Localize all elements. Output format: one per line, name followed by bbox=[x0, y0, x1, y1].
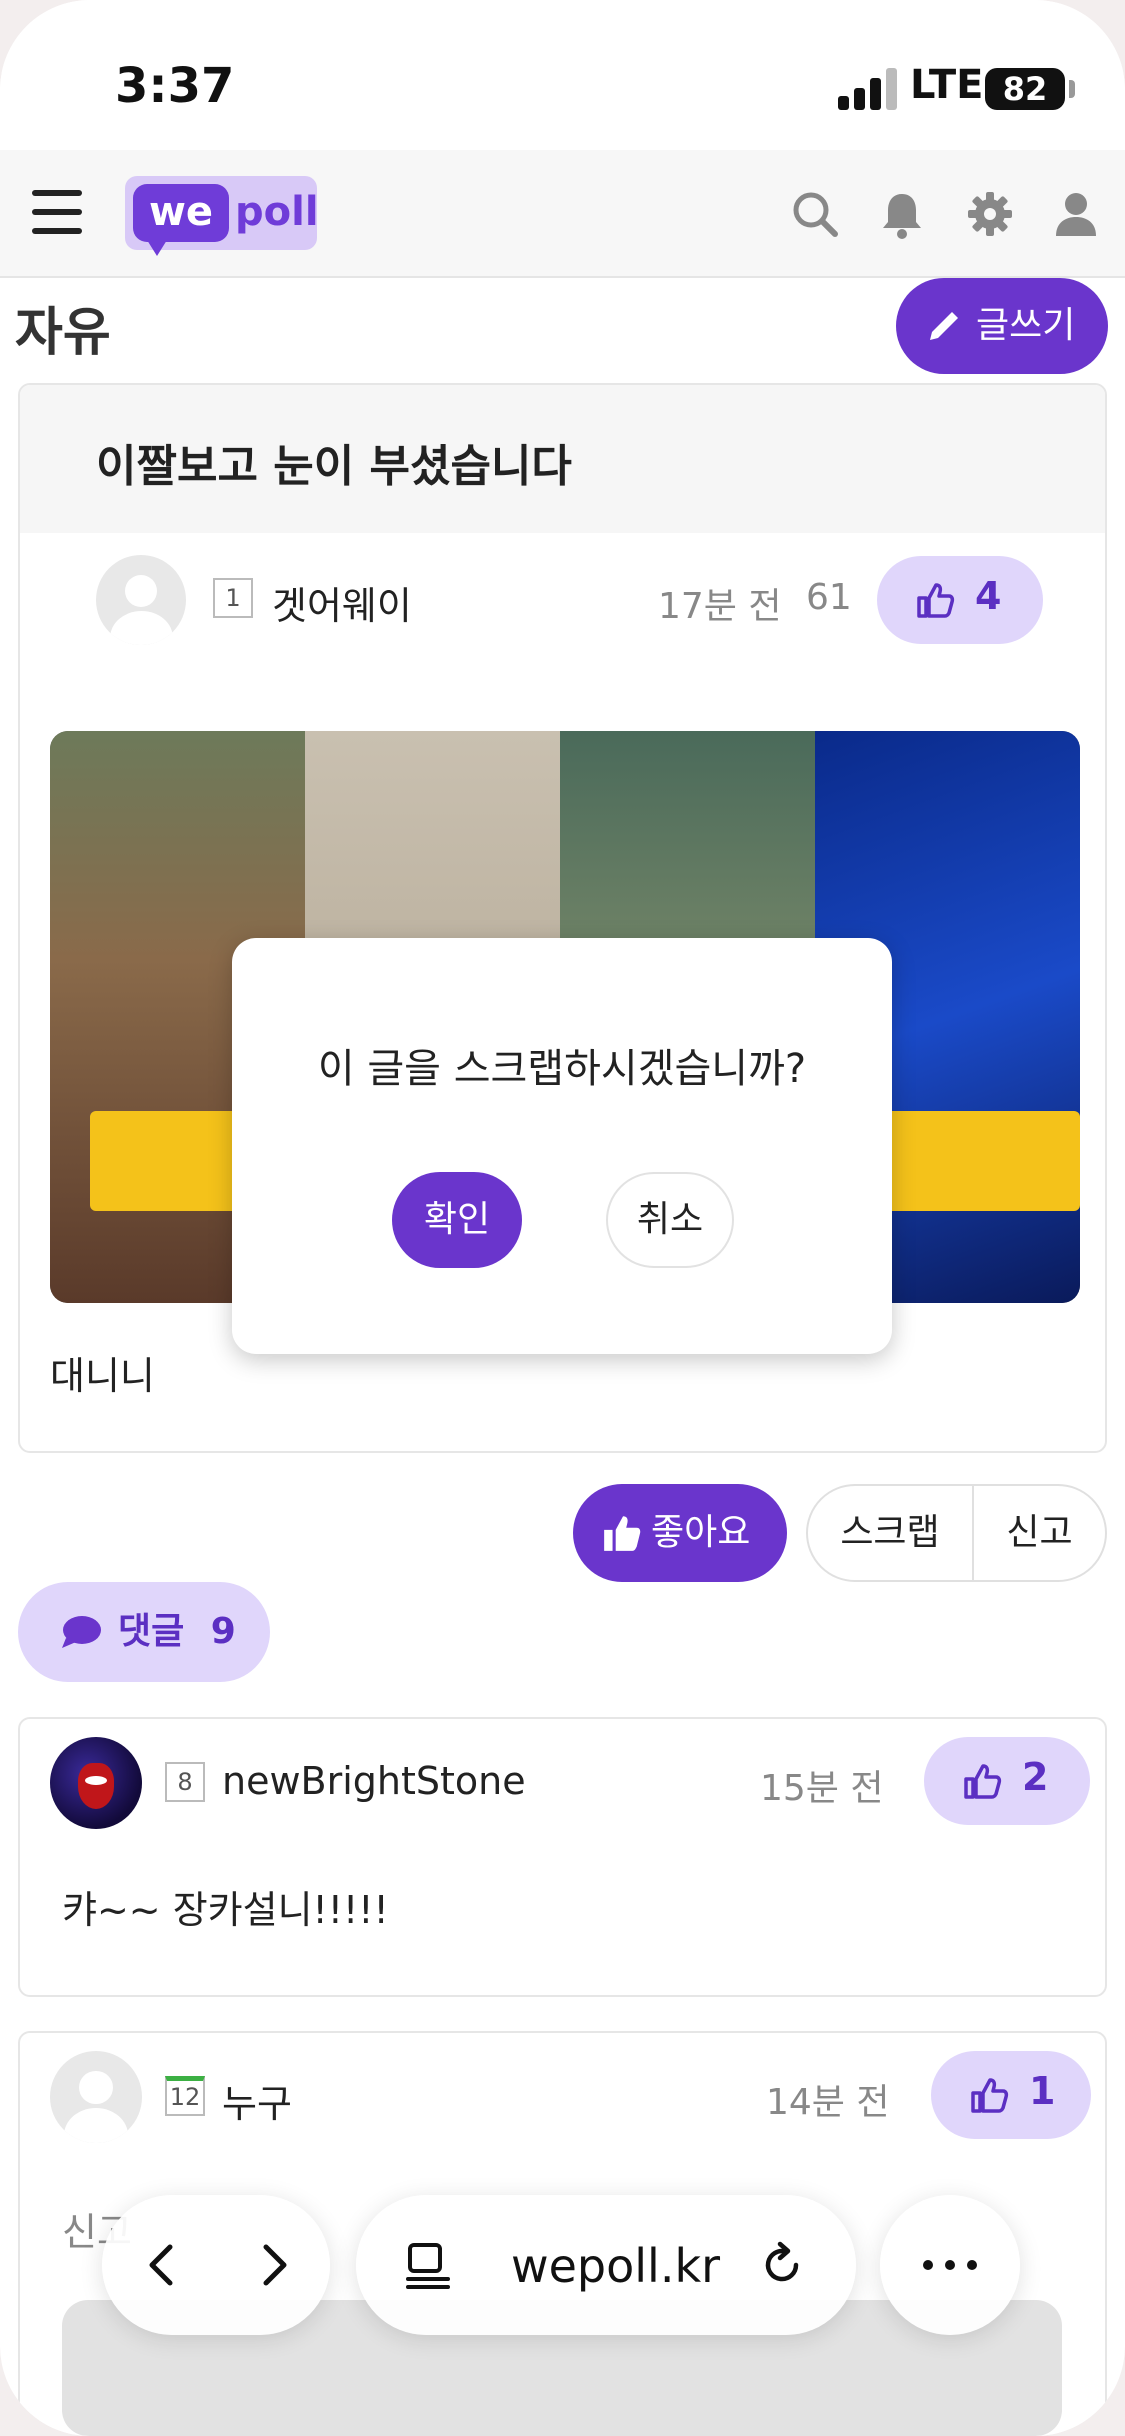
search-icon[interactable] bbox=[785, 184, 845, 244]
comment-like-badge[interactable]: 1 bbox=[931, 2051, 1091, 2139]
phone-screen: 3:37 LTE 82 we poll 자유 글쓰기 이짤보고 눈이 부셨습니다… bbox=[0, 0, 1125, 2436]
comment-author[interactable]: newBrightStone bbox=[222, 1759, 526, 1803]
level-badge: 12 bbox=[165, 2076, 205, 2116]
signal-icon bbox=[838, 68, 898, 110]
caption-overlay bbox=[870, 1111, 1080, 1211]
write-button[interactable]: 글쓰기 bbox=[896, 278, 1108, 374]
write-button-label: 글쓰기 bbox=[976, 305, 1076, 346]
address-bar[interactable]: wepoll.kr bbox=[356, 2195, 856, 2335]
report-button[interactable]: 신고 bbox=[974, 1486, 1105, 1580]
gear-icon[interactable] bbox=[960, 184, 1020, 244]
thumbs-up-icon bbox=[971, 2078, 1009, 2113]
comment-time: 15분 전 bbox=[760, 1768, 884, 1809]
comment-like-count: 1 bbox=[1029, 2069, 1056, 2113]
post-body: 대니니 bbox=[50, 1354, 155, 1398]
reader-icon[interactable] bbox=[402, 2239, 454, 2291]
history-nav bbox=[102, 2195, 330, 2335]
user-icon[interactable] bbox=[1046, 184, 1106, 244]
post-title: 이짤보고 눈이 부셨습니다 bbox=[96, 441, 572, 492]
comment-avatar[interactable] bbox=[50, 2051, 142, 2143]
thumbs-up-icon bbox=[917, 583, 955, 618]
comment-time: 14분 전 bbox=[766, 2082, 890, 2123]
comment-like-count: 2 bbox=[1022, 1755, 1049, 1799]
author-avatar[interactable] bbox=[96, 555, 186, 645]
menu-icon[interactable] bbox=[32, 190, 82, 234]
battery-icon: 82 bbox=[985, 68, 1075, 110]
thumbs-up-icon bbox=[964, 1764, 1002, 1799]
post-views: 61 bbox=[806, 577, 852, 618]
comment-text: 캬~~ 장카설니!!!!! bbox=[62, 1888, 389, 1932]
comment-author[interactable]: 누구 bbox=[222, 2073, 292, 2128]
post-author[interactable]: 겟어웨이 bbox=[272, 575, 412, 630]
more-menu[interactable] bbox=[880, 2195, 1020, 2335]
post-like-badge[interactable]: 4 bbox=[877, 556, 1043, 644]
post-like-count: 4 bbox=[975, 574, 1002, 618]
wepoll-logo[interactable]: we poll bbox=[125, 176, 319, 256]
network-label: LTE bbox=[910, 62, 984, 108]
forward-icon[interactable] bbox=[250, 2241, 298, 2289]
thumbs-up-icon bbox=[604, 1516, 641, 1551]
logo-poll-text: poll bbox=[235, 189, 319, 235]
comment-avatar[interactable] bbox=[50, 1737, 142, 1829]
reload-icon[interactable] bbox=[756, 2239, 808, 2291]
app-header: we poll bbox=[0, 150, 1125, 278]
scrap-button[interactable]: 스크랩 bbox=[808, 1486, 974, 1580]
status-time: 3:37 bbox=[115, 58, 235, 114]
back-icon[interactable] bbox=[138, 2241, 186, 2289]
level-badge: 8 bbox=[165, 1762, 205, 1802]
post-header: 이짤보고 눈이 부셨습니다 bbox=[20, 385, 1105, 533]
comments-toggle[interactable]: 댓글 9 bbox=[18, 1582, 270, 1682]
level-badge: 1 bbox=[213, 578, 253, 618]
speech-bubble-icon bbox=[62, 1616, 101, 1648]
bell-icon[interactable] bbox=[872, 184, 932, 244]
more-icon[interactable] bbox=[918, 2253, 982, 2277]
dialog-confirm-button[interactable]: 확인 bbox=[392, 1172, 522, 1268]
pencil-icon bbox=[930, 312, 958, 340]
post-time: 17분 전 bbox=[658, 586, 782, 627]
scrap-report-group: 스크랩 신고 bbox=[806, 1484, 1107, 1582]
comment-like-badge[interactable]: 2 bbox=[924, 1737, 1090, 1825]
logo-we-text: we bbox=[133, 184, 229, 256]
board-title: 자유 bbox=[15, 303, 111, 363]
url-text: wepoll.kr bbox=[511, 2239, 720, 2293]
scrap-dialog: 이 글을 스크랩하시겠습니까? 확인 취소 bbox=[232, 938, 892, 1354]
like-button-label: 좋아요 bbox=[651, 1512, 751, 1553]
like-button[interactable]: 좋아요 bbox=[573, 1484, 787, 1582]
comment-card: 8 newBrightStone 15분 전 2 캬~~ 장카설니!!!!! bbox=[18, 1717, 1107, 1997]
status-bar: 3:37 LTE 82 bbox=[0, 0, 1125, 150]
comments-label: 댓글 bbox=[118, 1611, 185, 1652]
dialog-message: 이 글을 스크랩하시겠습니까? bbox=[317, 1046, 807, 1092]
comments-count: 9 bbox=[210, 1611, 236, 1652]
dialog-cancel-button[interactable]: 취소 bbox=[606, 1172, 734, 1268]
